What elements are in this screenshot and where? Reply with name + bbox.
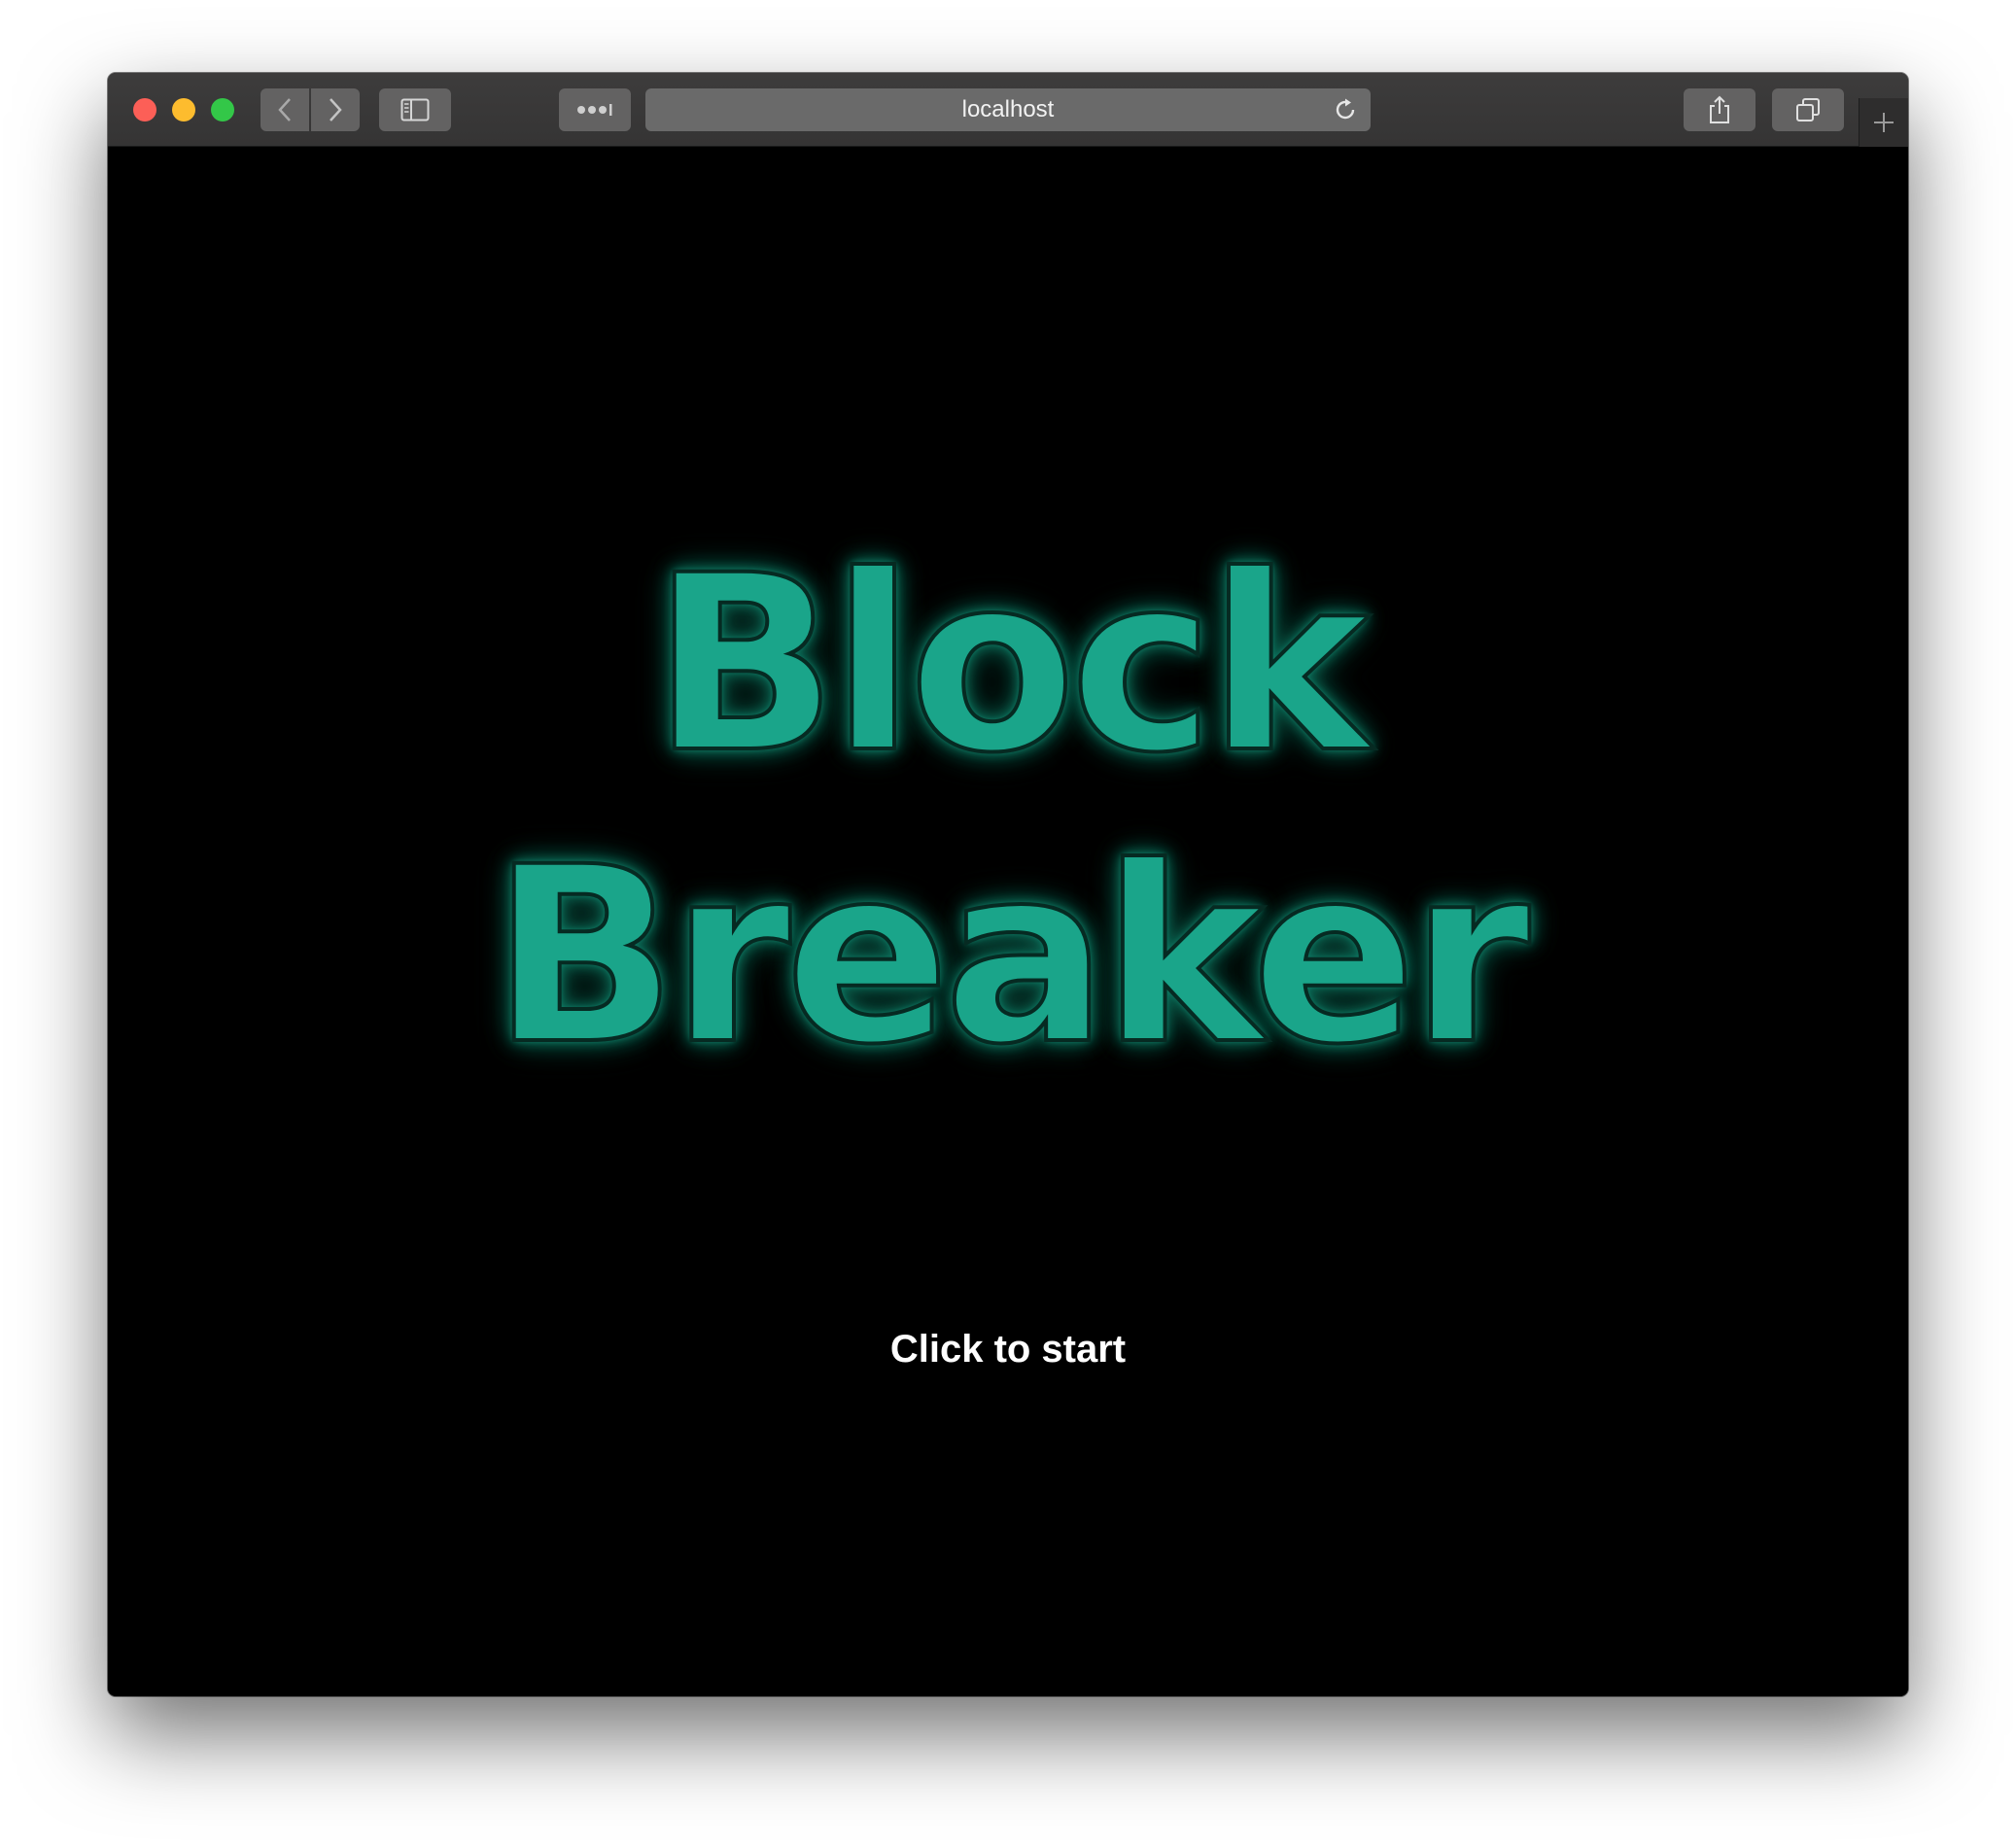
browser-window: localhost Block Breaker Click to start bbox=[108, 73, 1908, 1696]
game-canvas[interactable]: Block Breaker Click to start bbox=[108, 147, 1908, 1696]
new-tab-button[interactable] bbox=[1859, 98, 1908, 147]
game-title-line-1: Block bbox=[650, 523, 1372, 806]
more-button[interactable] bbox=[559, 88, 631, 131]
maximize-window-button[interactable] bbox=[211, 98, 234, 122]
sidebar-toggle-button[interactable] bbox=[379, 88, 451, 131]
minimize-window-button[interactable] bbox=[172, 98, 195, 122]
more-dots-icon bbox=[577, 104, 612, 116]
sidebar-icon bbox=[400, 98, 430, 122]
browser-toolbar: localhost bbox=[108, 73, 1908, 147]
share-icon bbox=[1710, 95, 1729, 123]
address-bar[interactable]: localhost bbox=[645, 88, 1371, 131]
back-chevron-icon bbox=[278, 98, 291, 122]
back-button[interactable] bbox=[261, 88, 309, 131]
url-text: localhost bbox=[961, 96, 1055, 122]
forward-button[interactable] bbox=[311, 88, 360, 131]
forward-chevron-icon bbox=[330, 98, 342, 122]
share-button[interactable] bbox=[1684, 88, 1755, 131]
plus-icon bbox=[1874, 113, 1894, 132]
close-window-button[interactable] bbox=[133, 98, 156, 122]
game-title-line-2: Breaker bbox=[490, 815, 1533, 1097]
tabs-icon bbox=[1796, 98, 1820, 122]
reload-icon[interactable] bbox=[1332, 96, 1359, 123]
start-prompt[interactable]: Click to start bbox=[108, 1328, 1908, 1372]
show-tabs-button[interactable] bbox=[1772, 88, 1844, 131]
